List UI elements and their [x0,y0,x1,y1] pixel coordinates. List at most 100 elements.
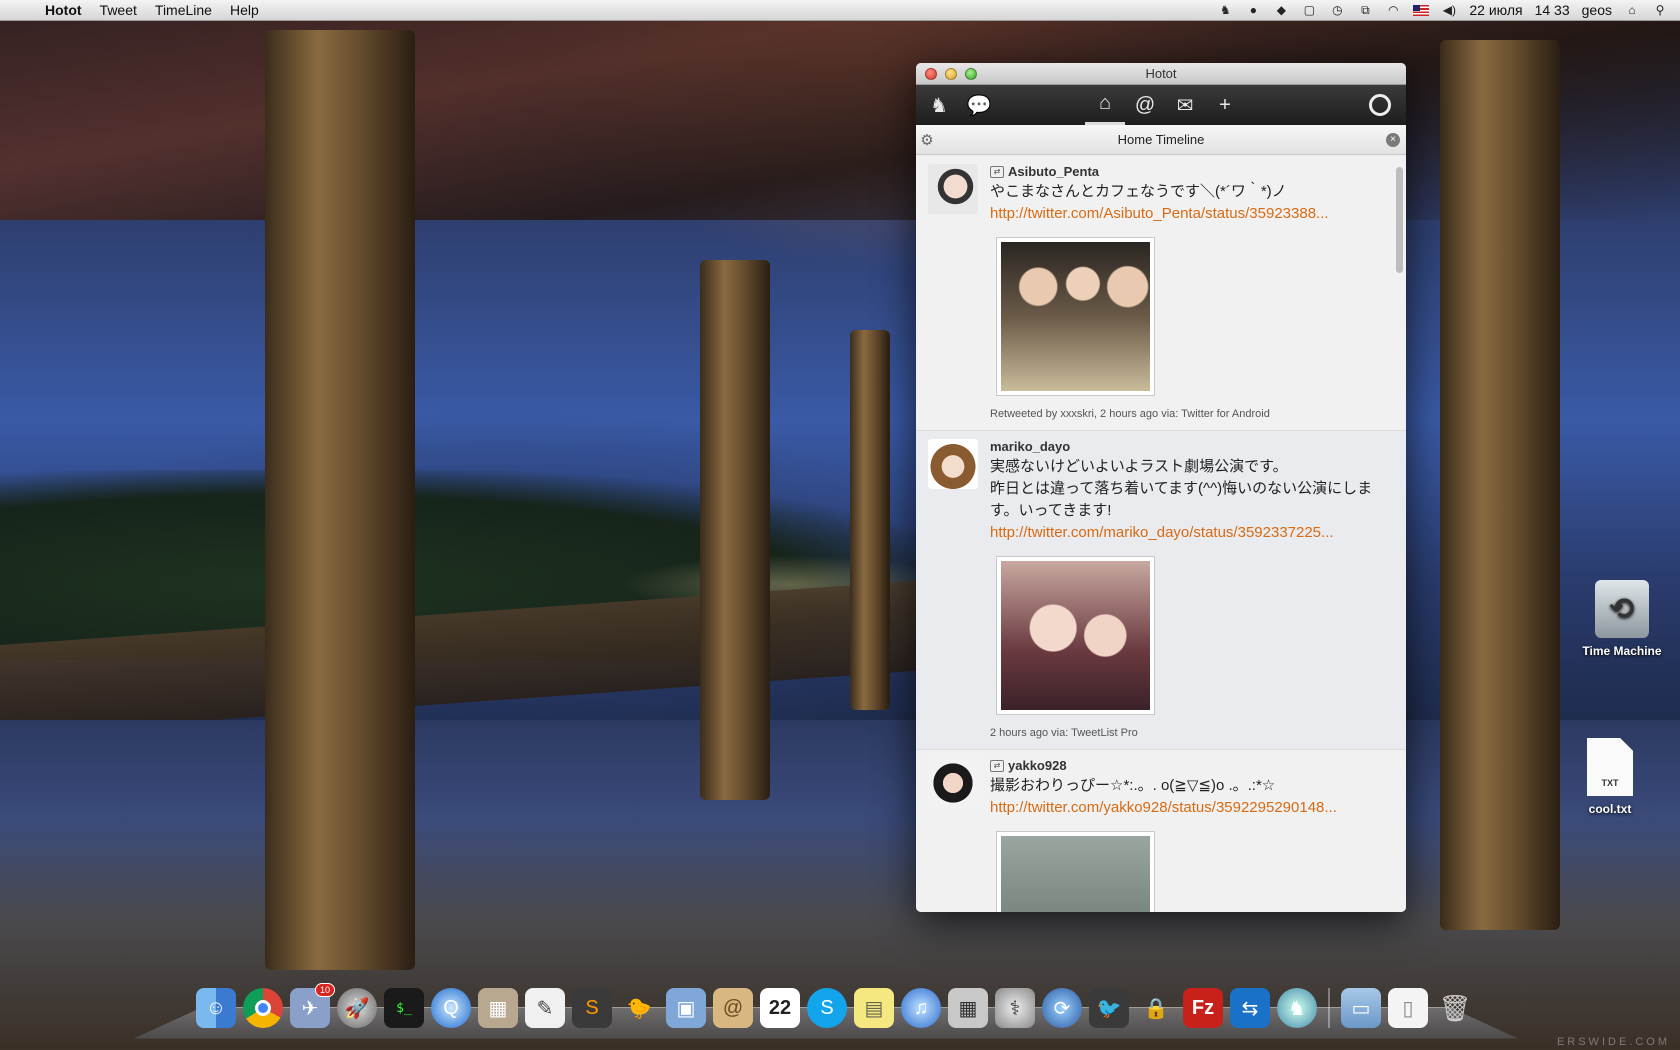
spotlight-icon[interactable]: ⚲ [1652,3,1668,17]
desktop-icon-time-machine[interactable]: Time Machine [1572,580,1672,658]
search-icon[interactable] [1360,85,1400,125]
trash-icon[interactable]: 🗑 [1435,988,1475,1028]
disk-utility-icon[interactable]: ⚕ [995,988,1035,1028]
filezilla-icon[interactable]: Fz [1183,988,1223,1028]
retweet-icon: ⇄ [990,759,1004,772]
gear-icon[interactable]: ⚙ [916,131,938,149]
retweet-icon: ⇄ [990,165,1004,178]
menu-tweet[interactable]: Tweet [91,2,146,18]
tweet-meta: 2 hours ago via: TweetList Pro [990,727,1138,739]
screens-icon[interactable]: ⧉ [1357,3,1373,17]
menu-help[interactable]: Help [221,2,268,18]
toolbar: ♞ 💬 ⌂ @ ✉ + [916,85,1406,125]
time-machine-icon[interactable]: ◷ [1329,3,1345,17]
hotot-window: Hotot ♞ 💬 ⌂ @ ✉ + ⚙ Home Timeline × ⇄ Asi… [916,63,1406,912]
photo-browser-icon[interactable]: ▦ [478,988,518,1028]
dock-separator [1328,988,1330,1028]
skype-icon[interactable]: S [807,988,847,1028]
chrome-icon[interactable] [243,988,283,1028]
dropbox-icon[interactable]: ◆ [1273,3,1289,17]
calendar-icon[interactable]: 22 [760,988,800,1028]
tweet-username[interactable]: yakko928 [1008,758,1067,773]
tweet-item[interactable]: ⇄ Asibuto_Penta やこまなさんとカフェなうです＼(*´ワ｀*)ノ h… [916,156,1406,431]
sublime-text-icon[interactable]: S [572,988,612,1028]
tweet-link[interactable]: http://twitter.com/Asibuto_Penta/status/… [990,203,1392,225]
dock: ☺ ✈ 10 🚀 $_ Q ▦ ✎ S 🐤 ▣ @ 22 S ▤ ♫ ▦ ⚕ ⟳ … [196,983,1475,1028]
mail-stamp-icon[interactable]: ✈ 10 [290,983,335,1028]
textedit-icon[interactable]: ✎ [525,988,565,1028]
avatar[interactable] [928,164,978,214]
mail-badge: 10 [314,983,335,997]
desktop-icon-label: Time Machine [1582,644,1662,658]
calendar-day: 22 [768,996,792,1019]
wifi-icon[interactable]: ◠ [1385,3,1401,17]
title-bar[interactable]: Hotot [916,63,1406,85]
menu-bar: Hotot Tweet TimeLine Help ♞ ● ◆ ▢ ◷ ⧉ ◠ … [0,0,1680,21]
tweet-text: 撮影おわりっぴー☆*:.。. o(≧▽≦)o .。.:*☆ [990,777,1276,794]
close-button[interactable] [925,67,937,80]
hotot-dock-icon[interactable]: ♞ [1277,988,1317,1028]
tweet-image[interactable] [996,831,1155,912]
column-title: Home Timeline [1117,132,1205,147]
tweet-image[interactable] [996,556,1155,715]
desktop-icon-label: cool.txt [1588,802,1632,816]
watermark: ERSWIDE.COM [1556,1036,1670,1048]
tweet-text: 実感ないけどいよいよラスト劇場公演です。 昨日とは違って落ち着いてます(^^)悔… [990,458,1373,519]
tweet-image[interactable] [996,237,1155,396]
address-book-icon[interactable]: @ [713,988,753,1028]
menubar-date[interactable]: 22 июля [1469,2,1522,18]
add-column-icon[interactable]: + [1205,85,1245,125]
close-column-icon[interactable]: × [1386,132,1400,147]
teamviewer-icon[interactable]: ⇆ [1230,988,1270,1028]
hotot-status-icon[interactable]: ♞ [1217,3,1233,17]
avatar[interactable] [928,758,978,808]
scrollbar[interactable] [1396,167,1403,273]
tweet-link[interactable]: http://twitter.com/mariko_dayo/status/35… [990,522,1392,544]
alien-status-icon[interactable]: ● [1245,3,1261,17]
minimize-button[interactable] [945,67,957,80]
tweet-meta: Retweeted by xxxskri, 2 hours ago via: T… [990,408,1270,420]
home-timeline-icon[interactable]: ⌂ [1085,85,1125,125]
tweet-item[interactable]: mariko_dayo 実感ないけどいよいよラスト劇場公演です。 昨日とは違って… [916,431,1406,750]
compose-icon[interactable]: 💬 [959,85,999,125]
menu-timeline[interactable]: TimeLine [146,2,221,18]
mentions-icon[interactable]: @ [1125,85,1165,125]
quicktime-icon[interactable]: Q [431,988,471,1028]
menu-app-name[interactable]: Hotot [36,2,91,18]
column-header: ⚙ Home Timeline × [916,125,1406,155]
itunes-icon[interactable]: ♫ [901,988,941,1028]
tweet-link[interactable]: http://twitter.com/yakko928/status/35922… [990,797,1392,819]
time-machine-disk-icon [1595,580,1649,638]
terminal-icon[interactable]: $_ [384,988,424,1028]
desktop-icon-cool-txt[interactable]: TXT cool.txt [1560,738,1660,816]
messages-icon[interactable]: ✉ [1165,85,1205,125]
text-file-icon: TXT [1587,738,1633,796]
adium-icon[interactable]: 🐤 [619,988,659,1028]
volume-icon[interactable]: ◀) [1441,3,1457,17]
hotot-menu-icon[interactable]: ♞ [919,85,959,125]
documents-stack-icon[interactable]: ▯ [1388,988,1428,1028]
file-type-badge: TXT [1601,778,1619,788]
calculator-icon[interactable]: ▦ [948,988,988,1028]
input-flag-icon[interactable] [1413,4,1430,16]
keychain-icon[interactable]: 🔒 [1136,988,1176,1028]
user-switch-icon[interactable]: ⌂ [1624,3,1640,17]
window-title: Hotot [1145,66,1177,81]
menubar-time[interactable]: 14 33 [1535,2,1570,18]
virtualbox-icon[interactable]: ▣ [666,988,706,1028]
tweet-username[interactable]: mariko_dayo [990,439,1070,454]
finder-icon[interactable]: ☺ [196,988,236,1028]
launchpad-icon[interactable]: 🚀 [337,988,377,1028]
stickies-icon[interactable]: ▤ [854,988,894,1028]
tweet-username[interactable]: Asibuto_Penta [1008,164,1099,179]
avatar[interactable] [928,439,978,489]
network-globe-icon[interactable]: ⟳ [1042,988,1082,1028]
window-icon[interactable]: ▢ [1301,3,1317,17]
desktop-wallpaper [0,0,1680,1050]
twitter-icon[interactable]: 🐦 [1089,988,1129,1028]
zoom-button[interactable] [965,67,977,80]
timeline[interactable]: ⇄ Asibuto_Penta やこまなさんとカフェなうです＼(*´ワ｀*)ノ h… [916,156,1406,912]
folder-icon[interactable]: ▭ [1341,988,1381,1028]
tweet-item[interactable]: ⇄ yakko928 撮影おわりっぴー☆*:.。. o(≧▽≦)o .。.:*☆ … [916,750,1406,912]
menubar-user[interactable]: geos [1582,2,1612,18]
